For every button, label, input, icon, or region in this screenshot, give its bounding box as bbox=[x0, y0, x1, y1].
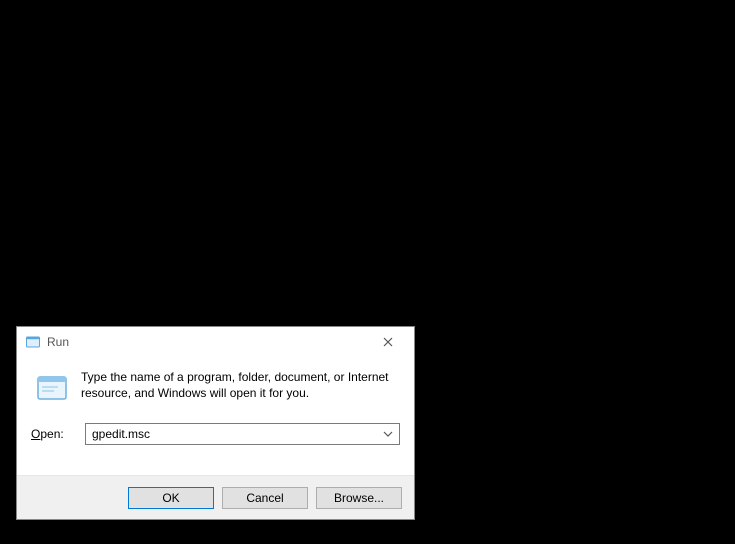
close-button[interactable] bbox=[368, 328, 408, 356]
ok-button[interactable]: OK bbox=[128, 487, 214, 509]
cancel-button[interactable]: Cancel bbox=[222, 487, 308, 509]
dialog-body: Type the name of a program, folder, docu… bbox=[17, 357, 414, 475]
browse-button[interactable]: Browse... bbox=[316, 487, 402, 509]
run-icon bbox=[25, 334, 41, 350]
description-text: Type the name of a program, folder, docu… bbox=[81, 369, 400, 401]
open-input[interactable] bbox=[86, 424, 399, 444]
dialog-title: Run bbox=[47, 335, 368, 349]
open-label: Open: bbox=[31, 427, 75, 441]
button-row: OK Cancel Browse... bbox=[17, 475, 414, 519]
run-dialog: Run Type the name of a program, folder, … bbox=[16, 326, 415, 520]
titlebar: Run bbox=[17, 327, 414, 357]
open-row: Open: bbox=[31, 423, 400, 445]
description-row: Type the name of a program, folder, docu… bbox=[31, 369, 400, 405]
run-large-icon bbox=[35, 371, 69, 405]
open-combobox[interactable] bbox=[85, 423, 400, 445]
